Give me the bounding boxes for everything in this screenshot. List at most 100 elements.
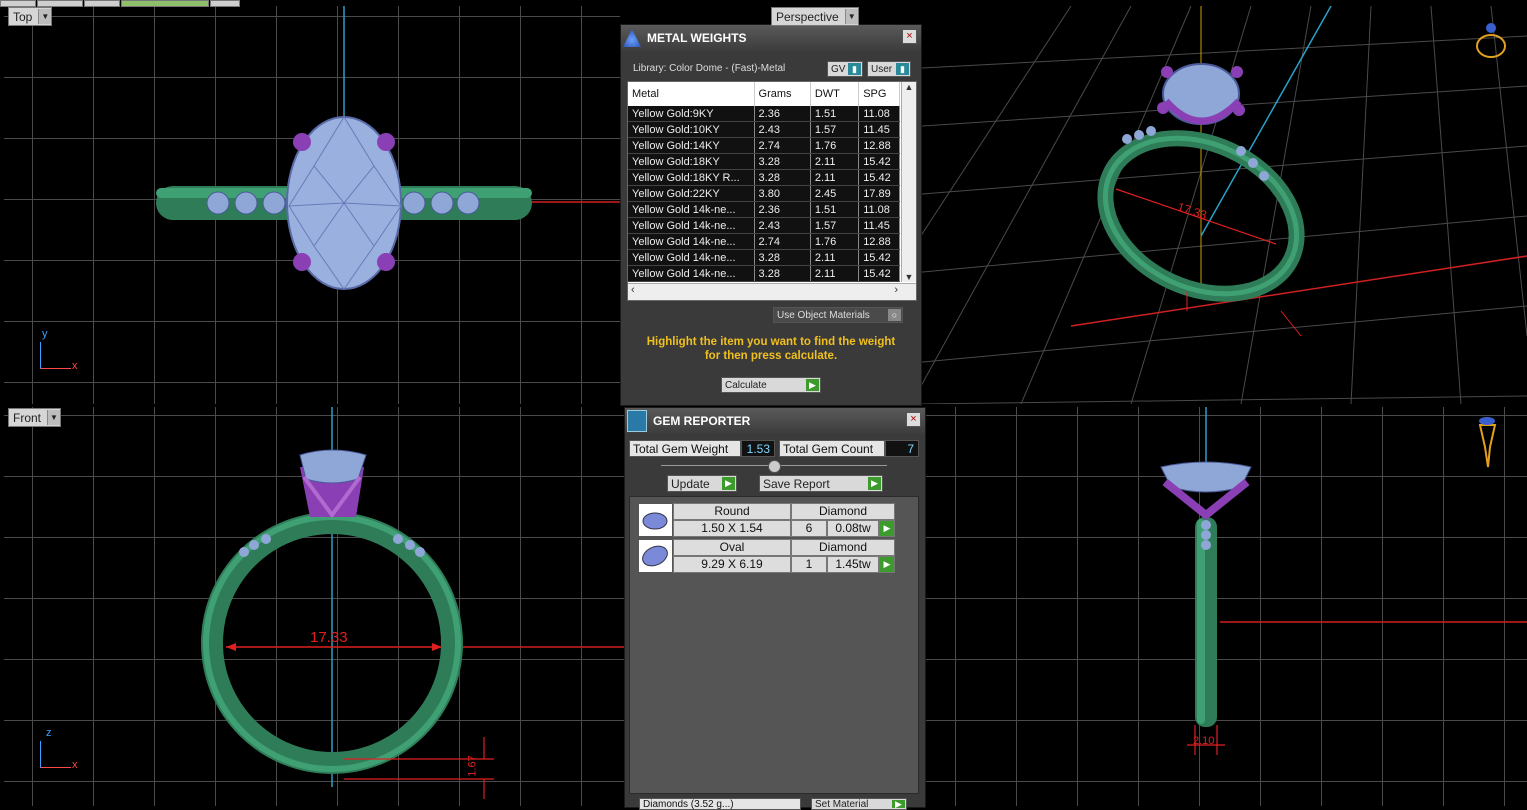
- gem-detail-button[interactable]: ▶: [879, 520, 895, 537]
- list-item[interactable]: Round Diamond 1.50 X 1.54 6 0.08tw ▶: [638, 503, 895, 537]
- table-row[interactable]: Yellow Gold:10KY 2.43 1.57 11.45: [628, 121, 900, 138]
- scroll-down-icon[interactable]: ▼: [902, 272, 916, 282]
- viewport-tab-strip[interactable]: [0, 0, 241, 7]
- table-row[interactable]: Yellow Gold:22KY 3.80 2.45 17.89: [628, 185, 900, 202]
- cell: 3.28: [754, 153, 811, 170]
- cell: 1.57: [810, 121, 860, 138]
- cell: 2.74: [754, 137, 811, 154]
- vertical-scrollbar[interactable]: ▲ ▼: [901, 82, 916, 282]
- use-object-materials-button[interactable]: Use Object Materials ○: [773, 307, 903, 323]
- chevron-down-icon[interactable]: ▼: [38, 9, 52, 24]
- table-row[interactable]: Yellow Gold 14k-ne... 2.43 1.57 11.45: [628, 217, 900, 234]
- cell: 15.42: [858, 249, 900, 266]
- horizontal-scrollbar[interactable]: ‹ ›: [628, 283, 916, 300]
- table-row[interactable]: Yellow Gold 14k-ne... 3.28 2.11 15.42: [628, 249, 900, 266]
- gem-reporter-titlebar[interactable]: GEM REPORTER ×: [625, 408, 925, 434]
- perspective-label-text: Perspective: [776, 9, 839, 24]
- front-viewport[interactable]: Front ▼ 17.33 1.67 z x: [4, 407, 624, 806]
- play-icon: ▶: [722, 477, 735, 490]
- table-row[interactable]: Yellow Gold 14k-ne... 2.74 1.76 12.88: [628, 233, 900, 250]
- scroll-right-icon[interactable]: ›: [894, 284, 898, 296]
- cell: 1.51: [810, 201, 860, 218]
- material-select[interactable]: Diamonds (3.52 g...): [639, 798, 801, 810]
- right-thickness-label: 2.10: [1193, 735, 1215, 747]
- table-row[interactable]: Yellow Gold:14KY 2.74 1.76 12.88: [628, 137, 900, 154]
- col-header-spg[interactable]: SPG: [858, 82, 900, 106]
- cell: 1.51: [810, 106, 860, 122]
- cell: Yellow Gold:14KY: [628, 137, 755, 154]
- scroll-left-icon[interactable]: ‹: [631, 284, 635, 296]
- total-gem-count-value: 7: [885, 440, 919, 457]
- cell: 17.89: [858, 185, 900, 202]
- calculate-label: Calculate: [725, 379, 767, 391]
- user-toggle[interactable]: User ▮: [867, 61, 911, 77]
- cell: 11.08: [858, 106, 900, 122]
- gem-type: Diamond: [791, 503, 895, 520]
- gv-label: GV: [831, 63, 846, 75]
- gem-list[interactable]: Round Diamond 1.50 X 1.54 6 0.08tw ▶ Ova…: [629, 496, 919, 794]
- toggle-icon: ▮: [896, 63, 909, 75]
- save-report-label: Save Report: [763, 476, 830, 491]
- total-gem-weight-value: 1.53: [741, 440, 775, 457]
- play-icon: ▶: [892, 799, 905, 809]
- top-viewport-label[interactable]: Top ▼: [8, 7, 53, 26]
- metal-weights-titlebar[interactable]: METAL WEIGHTS ×: [621, 25, 921, 51]
- table-row[interactable]: Yellow Gold 14k-ne... 3.28 2.11 15.42: [628, 265, 900, 282]
- play-icon: ▶: [868, 477, 881, 490]
- total-gem-count-label: Total Gem Count: [779, 440, 885, 457]
- cell: Yellow Gold:9KY: [628, 106, 755, 122]
- chevron-down-icon[interactable]: ▼: [844, 9, 858, 24]
- gem-weight: 0.08tw: [827, 520, 879, 537]
- axis-y-label: y: [42, 328, 48, 340]
- gem-reporter-title: GEM REPORTER: [653, 414, 751, 428]
- chevron-down-icon[interactable]: ▼: [47, 410, 61, 425]
- top-view-render: [156, 6, 620, 290]
- cell: 11.45: [858, 121, 900, 138]
- splitter-knob-icon[interactable]: [768, 460, 781, 473]
- gem-reporter-panel[interactable]: GEM REPORTER × Total Gem Weight 1.53 Tot…: [624, 407, 926, 810]
- set-material-button[interactable]: Set Material ▶: [811, 798, 907, 810]
- perspective-viewport-label[interactable]: Perspective ▼: [771, 7, 859, 26]
- cell: 15.42: [858, 153, 900, 170]
- cell: 11.45: [858, 217, 900, 234]
- gv-toggle[interactable]: GV ▮: [827, 61, 863, 77]
- cell: 3.28: [754, 249, 811, 266]
- front-view-render: [201, 407, 624, 799]
- save-report-button[interactable]: Save Report ▶: [759, 475, 883, 492]
- table-row[interactable]: Yellow Gold:18KY 3.28 2.11 15.42: [628, 153, 900, 170]
- col-header-grams[interactable]: Grams: [754, 82, 811, 106]
- list-item[interactable]: Oval Diamond 9.29 X 6.19 1 1.45tw ▶: [638, 539, 895, 573]
- metal-table[interactable]: Metal Grams DWT SPG Yellow Gold:9KY 2.36 1…: [627, 81, 917, 301]
- cell: Yellow Gold:18KY: [628, 153, 755, 170]
- toggle-icon: ▮: [848, 63, 861, 75]
- col-header-dwt[interactable]: DWT: [810, 82, 860, 106]
- close-icon[interactable]: ×: [902, 29, 917, 44]
- table-row[interactable]: Yellow Gold:18KY R... 3.28 2.11 15.42: [628, 169, 900, 186]
- update-button[interactable]: Update ▶: [667, 475, 737, 492]
- metal-weights-panel[interactable]: METAL WEIGHTS × Library: Color Dome - (F…: [620, 24, 922, 406]
- col-header-metal[interactable]: Metal: [628, 82, 755, 106]
- cell: 15.42: [858, 265, 900, 282]
- cell: 3.28: [754, 169, 811, 186]
- instruction-text: Highlight the item you want to find the …: [646, 336, 896, 362]
- right-view-render: [1160, 407, 1527, 755]
- use-object-materials-label: Use Object Materials: [777, 309, 870, 321]
- cell: 2.11: [810, 249, 860, 266]
- front-viewport-label[interactable]: Front ▼: [8, 408, 62, 427]
- scroll-up-icon[interactable]: ▲: [902, 82, 916, 92]
- calculate-button[interactable]: Calculate ▶: [721, 377, 821, 393]
- metal-weights-title: METAL WEIGHTS: [647, 31, 747, 45]
- cell: Yellow Gold 14k-ne...: [628, 217, 755, 234]
- axis-gizmo: [40, 741, 71, 768]
- cell: 12.88: [858, 137, 900, 154]
- cell: 1.57: [810, 217, 860, 234]
- right-viewport[interactable]: 2.10: [925, 407, 1527, 806]
- table-row[interactable]: Yellow Gold:9KY 2.36 1.51 11.08: [628, 106, 900, 122]
- table-row[interactable]: Yellow Gold 14k-ne... 2.36 1.51 11.08: [628, 201, 900, 218]
- cell: 1.76: [810, 137, 860, 154]
- gem-detail-button[interactable]: ▶: [879, 556, 895, 573]
- close-icon[interactable]: ×: [906, 412, 921, 427]
- cell: Yellow Gold:22KY: [628, 185, 755, 202]
- cell: 2.36: [754, 201, 811, 218]
- top-viewport[interactable]: Top ▼ y x: [4, 6, 620, 404]
